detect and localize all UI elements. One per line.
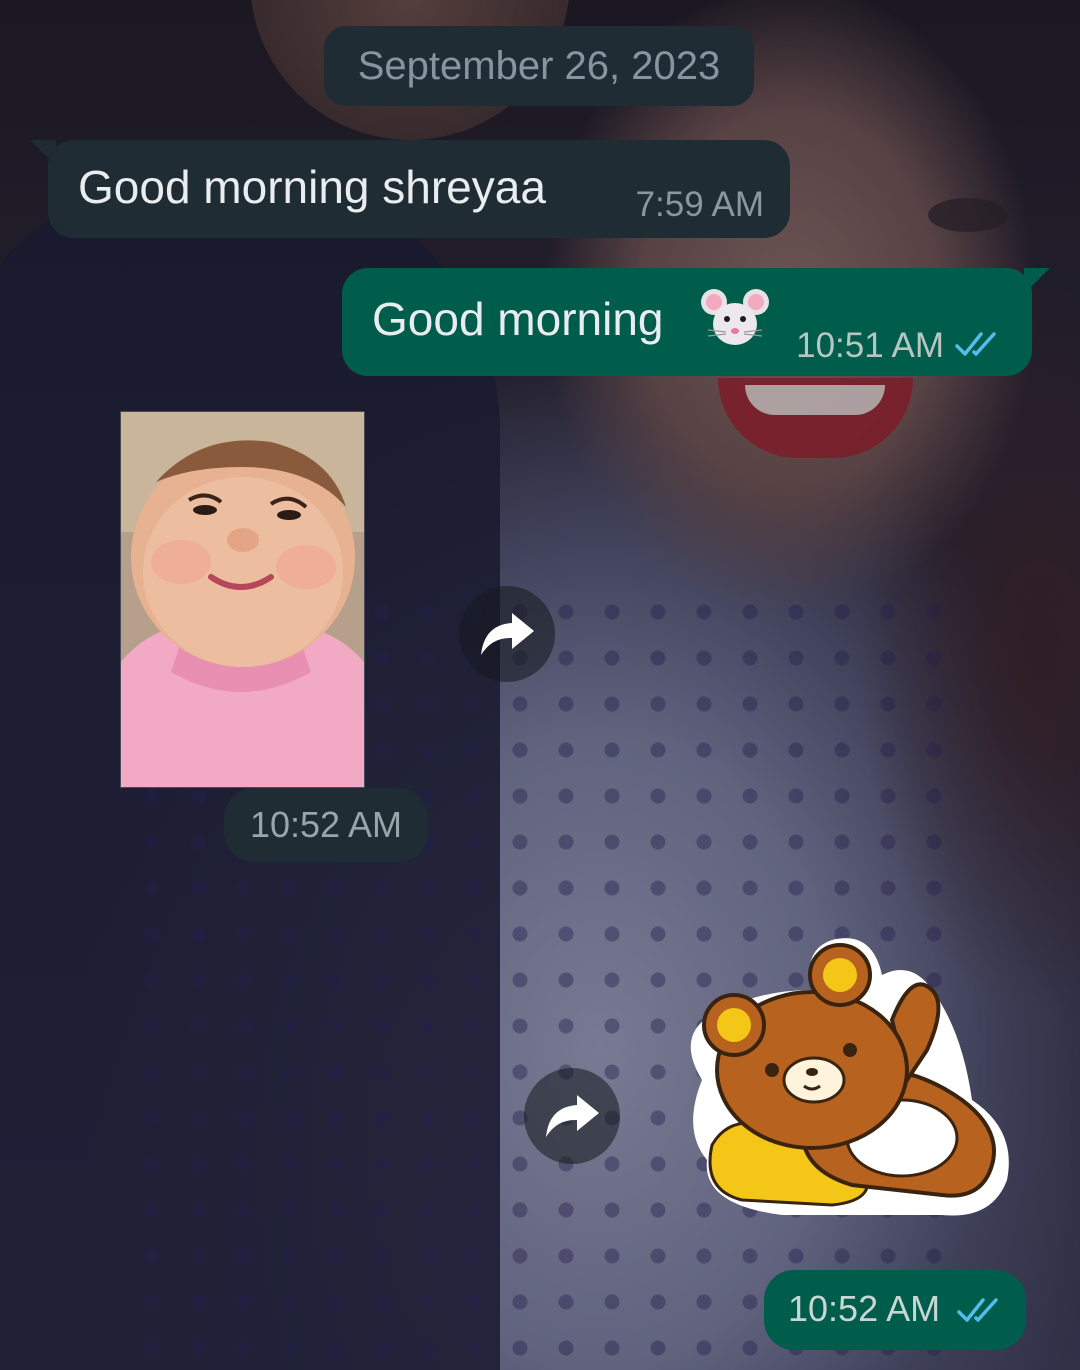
incoming-message[interactable]: Good morning shreyaa 7:59 AM bbox=[30, 140, 790, 238]
image-time-chip: 10:52 AM bbox=[224, 788, 428, 862]
message-time: 10:51 AM bbox=[796, 326, 944, 365]
bubble-tail bbox=[30, 140, 56, 166]
forward-button[interactable] bbox=[524, 1068, 620, 1164]
forward-button[interactable] bbox=[459, 586, 555, 682]
message-time: 7:59 AM bbox=[635, 185, 764, 224]
message-text: Good morning shreyaa bbox=[78, 161, 546, 213]
date-separator: September 26, 2023 bbox=[324, 26, 754, 106]
mouse-face-emoji bbox=[701, 289, 769, 345]
outgoing-message[interactable]: Good morning 10:51 AM bbox=[342, 268, 1050, 376]
message-time: 10:52 AM bbox=[788, 1288, 941, 1329]
sticker-time-chip: 10:52 AM bbox=[764, 1270, 1026, 1350]
bubble-tail bbox=[1024, 268, 1050, 294]
message-text: Good morning bbox=[372, 293, 664, 345]
bear-sticker[interactable] bbox=[662, 930, 1018, 1226]
baby-photo-image bbox=[121, 412, 364, 787]
baby-photo[interactable] bbox=[120, 411, 365, 788]
double-check-icon bbox=[955, 332, 996, 356]
forward-arrow-icon bbox=[481, 613, 534, 655]
forward-arrow-icon bbox=[546, 1095, 599, 1137]
double-check-icon bbox=[957, 1298, 998, 1322]
brown-bear-sticker-image bbox=[690, 938, 1009, 1216]
